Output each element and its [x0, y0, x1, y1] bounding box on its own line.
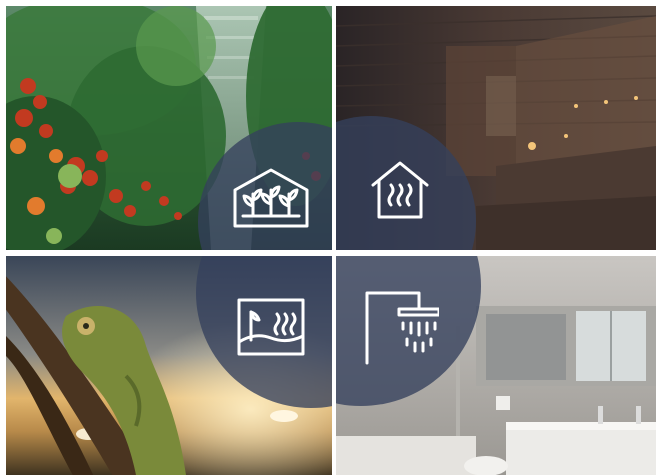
sauna-heat-icon	[371, 161, 429, 219]
tile-sauna[interactable]	[336, 6, 656, 250]
terrarium-heat-icon	[237, 298, 305, 356]
greenhouse-icon	[233, 168, 309, 228]
tile-bathroom[interactable]	[336, 256, 656, 475]
tile-terrarium[interactable]	[6, 256, 332, 475]
tile-greenhouse[interactable]	[6, 6, 332, 250]
rain-shower-icon	[365, 291, 439, 365]
application-tile-grid	[6, 6, 656, 475]
